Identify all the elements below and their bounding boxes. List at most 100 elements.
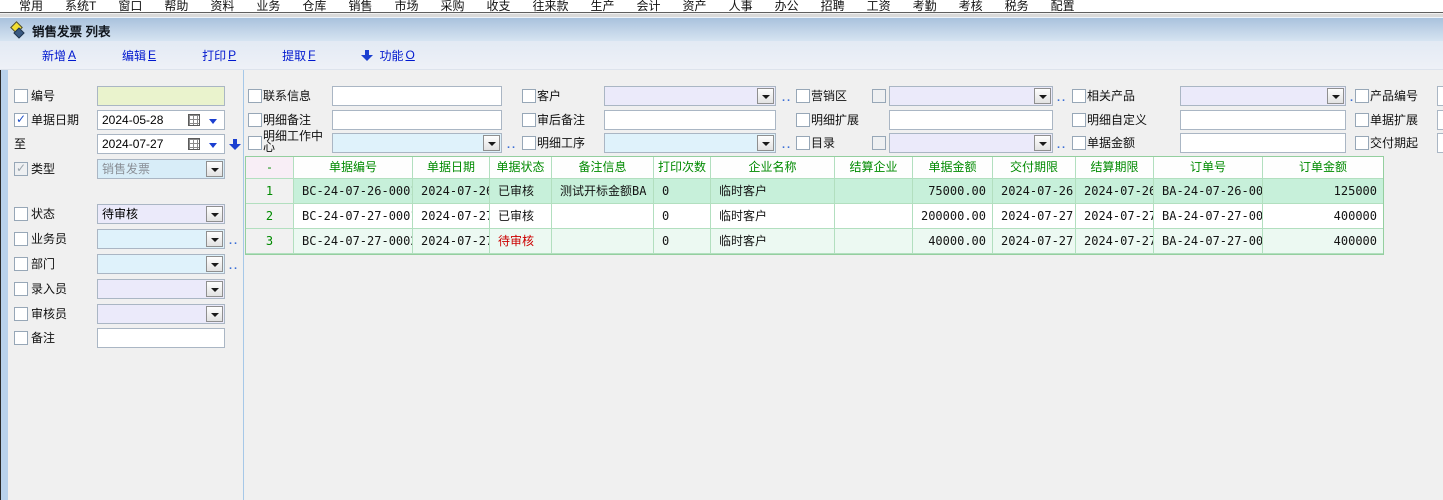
browse-dots[interactable]: .. — [507, 135, 517, 155]
checkbox-post-audit-remark[interactable] — [522, 113, 536, 127]
table-header-cell[interactable]: 备注信息 — [552, 157, 654, 179]
table-cell[interactable]: 0 — [654, 179, 711, 204]
checkbox-detail-process[interactable] — [522, 136, 536, 150]
date-to-field[interactable]: 2024-07-27 — [97, 134, 225, 154]
checkbox-contact-info[interactable] — [248, 89, 262, 103]
apply-date-arrow-icon[interactable] — [229, 138, 241, 151]
checkbox-detail-workcenter[interactable] — [248, 136, 262, 150]
product-number-input[interactable] — [1437, 86, 1443, 106]
type-select[interactable]: 销售发票 — [97, 159, 225, 179]
checkbox-customer[interactable] — [522, 89, 536, 103]
auditor-select[interactable] — [97, 304, 225, 324]
checkbox-entry-clerk[interactable] — [14, 282, 28, 296]
table-header-cell[interactable]: - — [246, 157, 294, 179]
salesperson-select[interactable] — [97, 229, 225, 249]
table-cell[interactable]: BC-24-07-27-0002 — [294, 229, 413, 254]
date-from-field[interactable]: 2024-05-28 — [97, 110, 225, 130]
table-header-cell[interactable]: 交付期限 — [993, 157, 1076, 179]
dropdown-button[interactable] — [1034, 88, 1051, 104]
table-cell[interactable]: 测试开标金额BA — [552, 179, 654, 204]
detail-workcenter-select[interactable] — [332, 133, 502, 153]
dropdown-button[interactable] — [206, 206, 223, 222]
table-cell[interactable]: BA-24-07-27-0001 — [1154, 204, 1263, 229]
date-dropdown-arrow-icon[interactable] — [209, 143, 217, 148]
checkbox-related-product[interactable] — [1072, 89, 1086, 103]
dropdown-button[interactable] — [206, 281, 223, 297]
table-cell[interactable]: BA-24-07-26-0001 — [1154, 179, 1263, 204]
table-header-cell[interactable]: 企业名称 — [711, 157, 835, 179]
dropdown-button[interactable] — [757, 88, 774, 104]
menu-item[interactable]: 生产 — [580, 0, 626, 12]
menu-item[interactable]: 办公 — [764, 0, 810, 12]
calendar-icon[interactable] — [188, 138, 200, 150]
row-number-cell[interactable]: 2 — [246, 204, 294, 229]
menu-item[interactable]: 考勤 — [902, 0, 948, 12]
table-cell[interactable]: 400000 — [1263, 204, 1383, 229]
browse-dots[interactable]: .. — [1057, 88, 1067, 108]
menu-item[interactable]: 窗口 — [107, 0, 153, 12]
browse-dots[interactable]: .. — [1057, 135, 1067, 155]
entry-clerk-select[interactable] — [97, 279, 225, 299]
browse-dots[interactable]: .. — [229, 256, 239, 276]
number-input[interactable] — [97, 86, 225, 106]
detail-custom-input[interactable] — [1180, 110, 1346, 130]
table-cell[interactable]: 2024-07-26 — [1076, 179, 1154, 204]
detail-remark-input[interactable] — [332, 110, 502, 130]
row-number-cell[interactable]: 1 — [246, 179, 294, 204]
menu-item[interactable]: 招聘 — [810, 0, 856, 12]
table-cell[interactable]: 2024-07-27 — [413, 229, 490, 254]
table-cell[interactable]: 已审核 — [490, 179, 552, 204]
checkbox-auditor[interactable] — [14, 307, 28, 321]
menu-item[interactable]: 常用 — [8, 0, 54, 12]
catalog-select[interactable] — [889, 133, 1053, 153]
doc-amount-input[interactable] — [1180, 133, 1346, 153]
status-select[interactable]: 待审核 — [97, 204, 225, 224]
dropdown-button[interactable] — [1034, 135, 1051, 151]
table-cell[interactable]: BC-24-07-27-0001 — [294, 204, 413, 229]
table-cell[interactable]: BC-24-07-26-0001 — [294, 179, 413, 204]
table-header-cell[interactable]: 单据金额 — [913, 157, 993, 179]
calendar-icon[interactable] — [188, 114, 200, 126]
table-header-cell[interactable]: 订单金额 — [1263, 157, 1383, 179]
checkbox-number[interactable] — [14, 89, 28, 103]
checkbox-salesperson[interactable] — [14, 232, 28, 246]
checkbox-doc-amount[interactable] — [1072, 136, 1086, 150]
browse-dots[interactable]: .. — [229, 231, 239, 251]
table-cell[interactable]: 临时客户 — [711, 229, 835, 254]
table-cell[interactable]: 2024-07-27 — [993, 229, 1076, 254]
checkbox-doc-extension[interactable] — [1355, 113, 1369, 127]
contact-info-input[interactable] — [332, 86, 502, 106]
table-cell[interactable]: 临时客户 — [711, 179, 835, 204]
table-cell[interactable] — [835, 229, 913, 254]
detail-process-select[interactable] — [604, 133, 776, 153]
dropdown-button[interactable] — [206, 256, 223, 272]
menu-item[interactable]: 采购 — [429, 0, 475, 12]
table-header-cell[interactable]: 单据状态 — [490, 157, 552, 179]
table-cell[interactable]: 2024-07-26 — [413, 179, 490, 204]
menu-item[interactable]: 税务 — [994, 0, 1040, 12]
menu-item[interactable]: 会计 — [626, 0, 672, 12]
dropdown-button[interactable] — [757, 135, 774, 151]
table-cell[interactable]: 2024-07-27 — [993, 204, 1076, 229]
table-cell[interactable] — [552, 204, 654, 229]
dropdown-button[interactable] — [206, 161, 223, 177]
table-header-cell[interactable]: 订单号 — [1154, 157, 1263, 179]
customer-select[interactable] — [604, 86, 776, 106]
checkbox-marketing-area-sub[interactable] — [872, 89, 886, 103]
table-cell-status-pending[interactable]: 待审核 — [490, 229, 552, 254]
menu-item[interactable]: 帮助 — [153, 0, 199, 12]
table-cell[interactable]: 2024-07-27 — [1076, 229, 1154, 254]
menu-item[interactable]: 配置 — [1040, 0, 1086, 12]
date-dropdown-arrow-icon[interactable] — [209, 119, 217, 124]
dropdown-button[interactable] — [1327, 88, 1344, 104]
detail-extension-input[interactable] — [889, 110, 1053, 130]
checkbox-catalog[interactable] — [796, 136, 810, 150]
table-cell[interactable]: 已审核 — [490, 204, 552, 229]
menu-item[interactable]: 资料 — [199, 0, 245, 12]
browse-dots[interactable]: .. — [782, 135, 792, 155]
related-product-select[interactable] — [1180, 86, 1346, 106]
table-header-cell[interactable]: 打印次数 — [654, 157, 711, 179]
menu-item[interactable]: 收支 — [475, 0, 521, 12]
table-cell[interactable]: 2024-07-27 — [413, 204, 490, 229]
department-select[interactable] — [97, 254, 225, 274]
